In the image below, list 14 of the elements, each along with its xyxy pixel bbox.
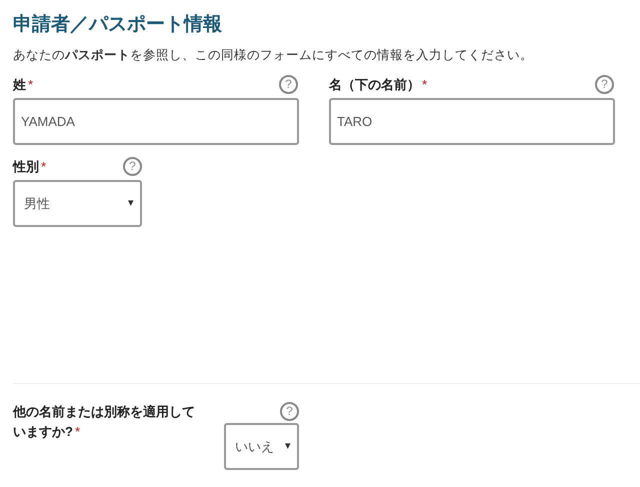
select-dropdown[interactable]: いいえ ▾: [224, 422, 299, 470]
instruction-text: あなたのパスポートを参照し、この同様のフォームにすべての情報を入力してください。: [13, 47, 534, 64]
help-icon[interactable]: ?: [595, 74, 614, 94]
text-input[interactable]: YAMADA: [13, 98, 299, 145]
field-label: 姓*: [13, 76, 34, 94]
help-icon[interactable]: ?: [123, 156, 142, 176]
help-icon[interactable]: ?: [279, 74, 298, 94]
select-dropdown[interactable]: 男性 ▾: [13, 180, 142, 227]
text-input[interactable]: TARO: [329, 98, 615, 145]
field-label: 性別*: [13, 158, 46, 176]
help-icon[interactable]: ?: [280, 402, 299, 421]
field-label: 他の名前または別称を適用していますか?*: [13, 402, 196, 441]
field-label: 名（下の名前）*: [329, 76, 428, 94]
section-heading: 申請者／パスポート情報: [13, 12, 223, 37]
